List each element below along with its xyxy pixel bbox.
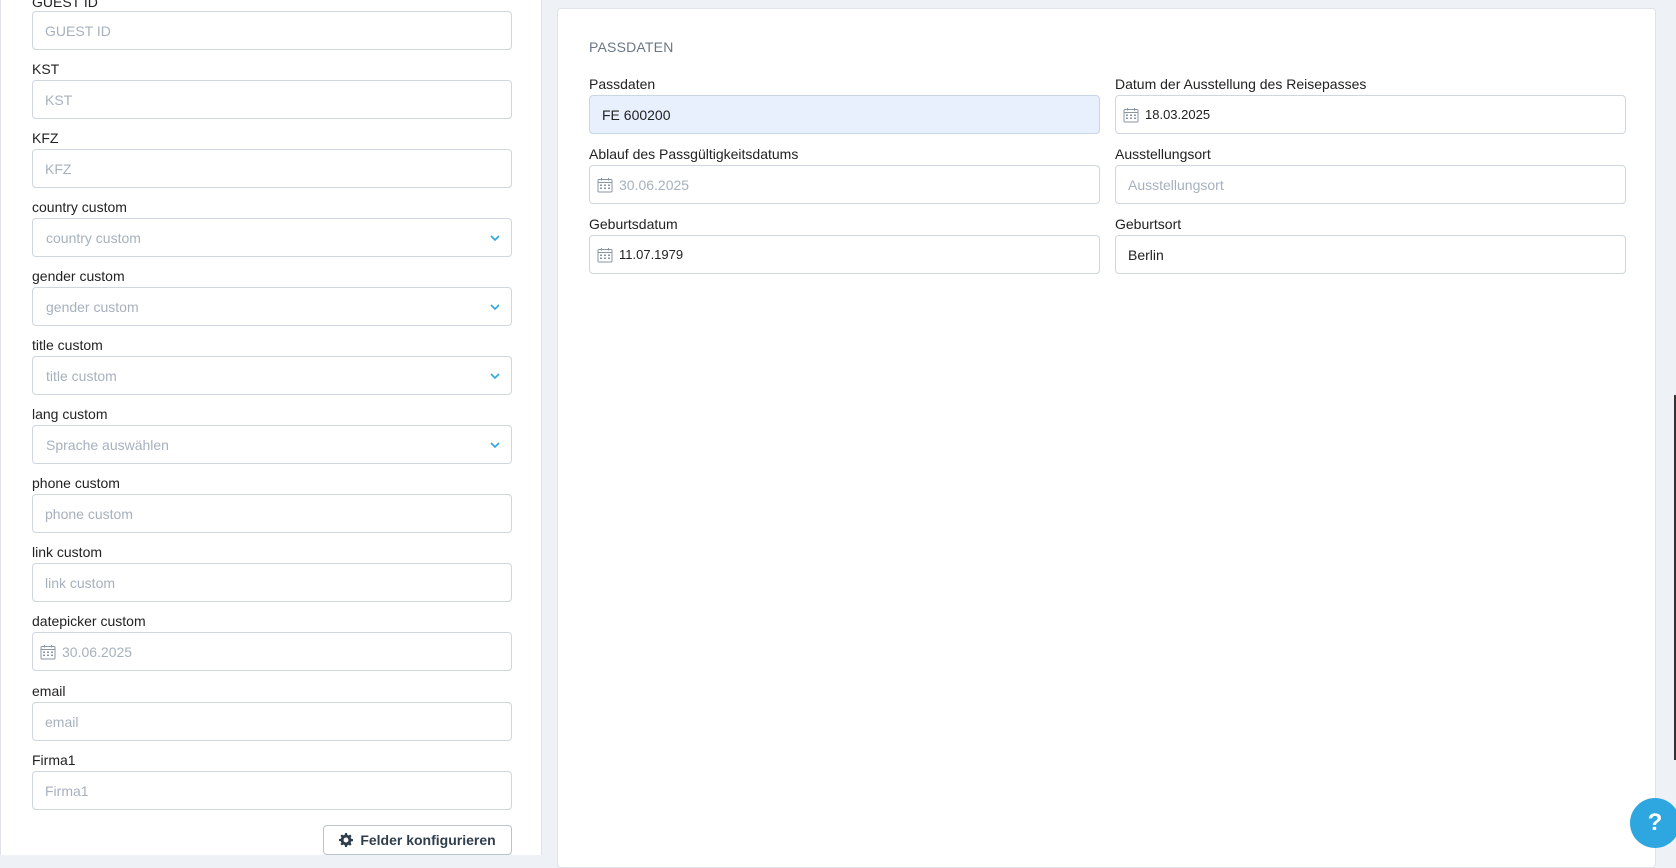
issue-date-value: 18.03.2025 <box>1145 107 1211 122</box>
birth-place-input[interactable]: Berlin <box>1115 235 1626 274</box>
chevron-down-icon <box>490 304 500 311</box>
birth-place-label: Geburtsort <box>1115 216 1182 232</box>
chevron-down-icon <box>490 235 500 242</box>
calendar-icon <box>597 247 613 262</box>
issue-place-placeholder: Ausstellungsort <box>1128 176 1224 193</box>
expiry-placeholder: 30.06.2025 <box>619 176 690 193</box>
kst-input[interactable]: KST <box>32 80 512 119</box>
firma-input[interactable]: Firma1 <box>32 771 512 810</box>
calendar-icon <box>597 177 613 192</box>
phone-label: phone custom <box>32 475 120 491</box>
issue-place-input[interactable]: Ausstellungsort <box>1115 165 1626 204</box>
configure-fields-button[interactable]: Felder konfigurieren <box>323 825 512 855</box>
left-form-panel: GUEST ID GUEST ID KST KST KFZ KFZ countr… <box>0 0 542 855</box>
passdaten-label: Passdaten <box>589 76 656 92</box>
datepicker-input[interactable]: 30.06.2025 <box>32 632 512 671</box>
phone-input[interactable]: phone custom <box>32 494 512 533</box>
passdaten-value: FE 600200 <box>602 106 671 123</box>
gender-label: gender custom <box>32 268 125 284</box>
link-label: link custom <box>32 544 103 560</box>
calendar-icon <box>40 644 56 659</box>
phone-placeholder: phone custom <box>45 505 133 522</box>
issue-place-label: Ausstellungsort <box>1115 146 1211 162</box>
chevron-down-icon <box>490 373 500 380</box>
guest-id-input[interactable]: GUEST ID <box>32 11 512 50</box>
lang-label: lang custom <box>32 406 108 422</box>
birth-date-input[interactable]: 11.07.1979 <box>589 235 1100 274</box>
help-icon: ? <box>1647 809 1663 836</box>
lang-select[interactable]: Sprache auswählen <box>32 425 512 464</box>
birth-date-label: Geburtsdatum <box>589 216 678 232</box>
country-placeholder: country custom <box>46 229 141 246</box>
country-label: country custom <box>32 199 127 215</box>
title-label: title custom <box>32 337 103 353</box>
title-placeholder: title custom <box>46 367 117 384</box>
kfz-placeholder: KFZ <box>45 160 72 177</box>
country-select[interactable]: country custom <box>32 218 512 257</box>
gender-select[interactable]: gender custom <box>32 287 512 326</box>
calendar-icon <box>1123 107 1139 122</box>
kst-placeholder: KST <box>45 91 73 108</box>
birth-date-value: 11.07.1979 <box>619 247 684 262</box>
section-title: PASSDATEN <box>589 39 674 55</box>
email-label: email <box>32 683 66 699</box>
passport-panel: PASSDATEN Passdaten FE 600200 Datum der … <box>557 8 1656 868</box>
kfz-label: KFZ <box>32 130 59 146</box>
datepicker-placeholder: 30.06.2025 <box>62 643 133 660</box>
email-placeholder: email <box>45 713 79 730</box>
link-placeholder: link custom <box>45 574 116 591</box>
expiry-input[interactable]: 30.06.2025 <box>589 165 1100 204</box>
guest-id-label: GUEST ID <box>32 0 98 10</box>
passdaten-input[interactable]: FE 600200 <box>589 95 1100 134</box>
email-input[interactable]: email <box>32 702 512 741</box>
chevron-down-icon <box>490 442 500 449</box>
datepicker-label: datepicker custom <box>32 613 146 629</box>
link-input[interactable]: link custom <box>32 563 512 602</box>
title-select[interactable]: title custom <box>32 356 512 395</box>
gender-placeholder: gender custom <box>46 298 139 315</box>
guest-id-placeholder: GUEST ID <box>45 22 111 39</box>
issue-date-label: Datum der Ausstellung des Reisepasses <box>1115 76 1367 92</box>
right-top-strip <box>542 0 1676 8</box>
firma-label: Firma1 <box>32 752 76 768</box>
birth-place-value: Berlin <box>1128 246 1164 263</box>
expiry-label: Ablauf des Passgültigkeitsdatums <box>589 146 799 162</box>
lang-placeholder: Sprache auswählen <box>46 436 169 453</box>
help-button[interactable]: ? <box>1630 798 1676 848</box>
configure-fields-label: Felder konfigurieren <box>360 832 496 848</box>
kfz-input[interactable]: KFZ <box>32 149 512 188</box>
gear-icon <box>339 833 354 847</box>
firma-placeholder: Firma1 <box>45 782 89 799</box>
kst-label: KST <box>32 61 60 77</box>
issue-date-input[interactable]: 18.03.2025 <box>1115 95 1626 134</box>
